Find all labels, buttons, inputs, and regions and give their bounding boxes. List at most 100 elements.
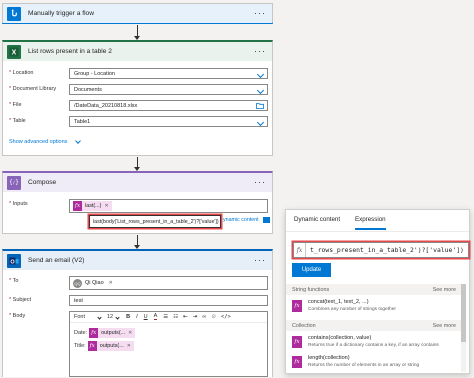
dynamic-content-link[interactable]: ynamic content [223,217,259,223]
fx-icon: fx [292,336,302,348]
function-desc: Returns the number of elements in an arr… [308,363,420,368]
function-desc: Returns true if a dictionary contains a … [308,343,439,348]
file-row: * File /DateData_20210818.xlsx [3,100,272,112]
avatar: QQ [73,278,82,288]
flow-arrow [134,25,140,40]
indent-icon[interactable]: ⇥ [193,314,198,320]
text-color-icon[interactable]: A [153,313,158,320]
to-field[interactable]: QQ Qi Qiao ✕ [69,276,268,290]
library-select[interactable]: Documents [69,84,268,95]
function-desc: Combines any number of strings together [308,307,396,312]
outputs-token[interactable]: fx outputs(... ✕ [89,328,136,338]
tab-dynamic-content[interactable]: Dynamic content [294,216,340,223]
inputs-field[interactable]: fx last(...) ✕ [69,199,268,213]
compose-card: {/} Compose ··· * Inputs fx last(...) ✕ la… [2,171,273,234]
list-rows-card: X List rows present in a table 2 ··· * L… [2,40,273,156]
function-item[interactable]: fx concat(text_1, text_2, ...) Combines … [292,297,462,317]
inputs-label: * Inputs [9,201,28,207]
table-label: * Table [9,118,26,124]
panel-scrollbar[interactable] [461,284,466,372]
underline-button[interactable]: U [144,314,148,320]
link-icon[interactable]: ∞ [202,314,206,320]
function-name: concat(text_1, text_2, ...) [308,299,369,305]
see-more-link[interactable]: See more [433,287,456,293]
excel-icon: X [7,44,21,59]
svg-text:O: O [10,259,15,265]
font-select[interactable]: Font [74,314,98,320]
outputs-token[interactable]: fx outputs(... ✕ [87,341,134,351]
recipient-name: Qi Qiao [85,280,104,286]
bullet-list-icon[interactable]: ☰ [163,314,168,320]
file-input[interactable]: /DateData_20210818.xlsx [69,100,268,111]
trigger-title: Manually trigger a flow [28,10,94,17]
subject-label: * Subject [9,297,32,303]
trigger-header[interactable]: Manually trigger a flow ··· [3,4,272,23]
font-size-select[interactable]: 12 [107,314,113,320]
trigger-more-button[interactable]: ··· [254,9,266,18]
scrollbar-thumb[interactable] [461,284,466,342]
fx-icon: fx [292,356,302,368]
compose-icon: {/} [7,175,21,190]
bold-button[interactable]: B [126,314,130,320]
fx-icon: fx [294,243,306,257]
location-row: * Location Group - Location [3,68,272,80]
section-title: Collection [292,322,316,329]
code-view-icon[interactable]: </> [221,314,231,320]
date-label: Date: [74,330,88,336]
list-rows-more-button[interactable]: ··· [254,47,266,56]
chevron-down-icon [256,70,265,78]
compose-header[interactable]: {/} Compose ··· [3,173,272,192]
flow-arrow [134,235,140,249]
location-label: * Location [9,70,34,76]
see-more-link[interactable]: See more [433,323,456,329]
list-rows-header[interactable]: X List rows present in a table 2 ··· [3,42,272,61]
close-icon[interactable]: ✕ [128,330,132,336]
body-line-title: Title: fx outputs(... ✕ [74,341,134,351]
send-email-card: O Send an email (V2) ··· * To QQ Qi Qiao… [2,249,273,377]
outdent-icon[interactable]: ⇤ [183,314,188,320]
show-advanced-options-link[interactable]: Show advanced options [9,139,67,145]
function-item[interactable]: fx contains(collection, value) Returns t… [292,333,462,353]
function-name: length(collection) [308,355,350,361]
unlink-icon[interactable]: ⊘ [211,314,216,320]
to-row: * To QQ Qi Qiao ✕ [3,276,272,290]
update-button[interactable]: Update [292,263,331,277]
section-title: String functions [292,286,330,293]
function-item[interactable]: fx length(collection) Returns the number… [292,353,462,373]
tab-expression[interactable]: Expression [355,216,386,230]
library-label: * Document Library [9,86,57,92]
numbered-list-icon[interactable]: ☷ [173,314,178,320]
dynamic-content-panel: Dynamic content Expression fx t_rows_pre… [285,209,470,374]
close-icon[interactable]: ✕ [127,343,131,349]
subject-row: * Subject test [3,295,272,307]
trigger-card[interactable]: Manually trigger a flow ··· [2,3,273,24]
last-expression-token[interactable]: fx last(...) ✕ [73,201,112,211]
chevron-down-icon [256,86,265,94]
expression-input[interactable]: fx t_rows_present_in_a_table_2')?['value… [293,242,469,258]
body-toolbar: Font 12 B I U A ☰ ☷ ⇤ ⇥ ∞ ⊘ </> [70,312,267,323]
table-row: * Table Table1 [3,116,272,128]
compose-title: Compose [28,179,57,186]
fx-icon: fx [89,328,99,338]
body-editor[interactable]: Font 12 B I U A ☰ ☷ ⇤ ⇥ ∞ ⊘ </> Date: fx… [69,311,268,377]
function-name: contains(collection, value) [308,335,372,341]
compose-more-button[interactable]: ··· [254,178,266,187]
expression-value: t_rows_present_in_a_table_2')?['value']) [310,246,464,254]
send-email-title: Send an email (V2) [28,257,85,264]
add-dynamic-content-icon[interactable] [263,217,270,223]
send-email-more-button[interactable]: ··· [254,256,266,265]
italic-button[interactable]: I [136,314,138,320]
body-line-date: Date: fx outputs(... ✕ [74,328,136,338]
flow-arrow [134,157,140,171]
outlook-icon: O [7,253,21,268]
location-select[interactable]: Group - Location [69,68,268,79]
close-icon[interactable]: ✕ [104,203,108,209]
folder-icon[interactable] [256,103,264,109]
send-email-header[interactable]: O Send an email (V2) ··· [3,251,272,270]
section-string-functions: String functions See more [286,284,462,295]
subject-input[interactable]: test [69,295,268,306]
table-select[interactable]: Table1 [69,116,268,127]
fx-icon: fx [87,341,97,351]
chevron-down-icon [115,314,120,320]
close-icon[interactable]: ✕ [109,280,113,286]
